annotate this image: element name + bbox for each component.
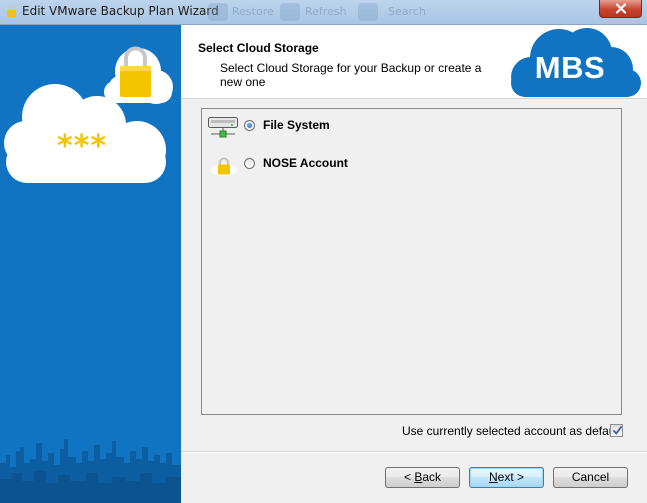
- storage-list: File System NOSE Account: [201, 108, 622, 415]
- cloud-password-text: ***: [57, 129, 108, 164]
- background-toolbar-refresh: Refresh: [305, 5, 347, 18]
- next-button[interactable]: Next >: [469, 467, 544, 488]
- close-button[interactable]: [599, 0, 642, 18]
- background-toolbar-restore: Restore: [232, 5, 274, 18]
- storage-option-nose-account[interactable]: NOSE Account: [202, 150, 502, 176]
- default-account-row[interactable]: Use currently selected account as defaul…: [402, 423, 627, 439]
- page-subtitle: Select Cloud Storage for your Backup or …: [220, 61, 482, 89]
- back-button[interactable]: < Back: [385, 467, 460, 488]
- city-skyline: [0, 439, 181, 503]
- storage-option-file-system[interactable]: File System: [202, 112, 502, 138]
- default-account-checkbox[interactable]: [610, 424, 623, 437]
- mbs-logo-text: MBS: [534, 50, 606, 85]
- title-bar[interactable]: Edit VMware Backup Plan Wizard Restore R…: [0, 0, 647, 25]
- background-toolbar-search: Search: [388, 5, 426, 18]
- restore-icon: [208, 3, 228, 21]
- back-button-prefix: <: [403, 470, 415, 484]
- cancel-button[interactable]: Cancel: [553, 467, 628, 488]
- cloud-lock-illustration: [4, 46, 173, 183]
- refresh-icon: [280, 3, 300, 21]
- checkmark-icon: [612, 425, 623, 435]
- side-banner: ***: [0, 25, 181, 503]
- search-icon: [358, 3, 378, 21]
- next-button-label: ext >: [497, 470, 525, 484]
- nose-account-label[interactable]: NOSE Account: [263, 156, 348, 170]
- wizard-window: Edit VMware Backup Plan Wizard Restore R…: [0, 0, 647, 503]
- wizard-header: Select Cloud Storage Select Cloud Storag…: [181, 25, 647, 99]
- hard-drive-icon: [208, 117, 238, 138]
- window-title: Edit VMware Backup Plan Wizard: [22, 4, 219, 18]
- padlock-icon: [7, 5, 16, 17]
- close-icon: [615, 3, 626, 14]
- default-account-label[interactable]: Use currently selected account as defaul…: [402, 424, 621, 438]
- file-system-label[interactable]: File System: [263, 118, 330, 132]
- next-button-accelerator: N: [488, 470, 498, 484]
- back-button-label: ack: [422, 470, 442, 484]
- file-system-radio[interactable]: [244, 120, 255, 131]
- page-title: Select Cloud Storage: [198, 41, 319, 55]
- footer-divider: [181, 451, 647, 453]
- padlock-icon: [211, 157, 237, 176]
- nose-account-radio[interactable]: [244, 158, 255, 169]
